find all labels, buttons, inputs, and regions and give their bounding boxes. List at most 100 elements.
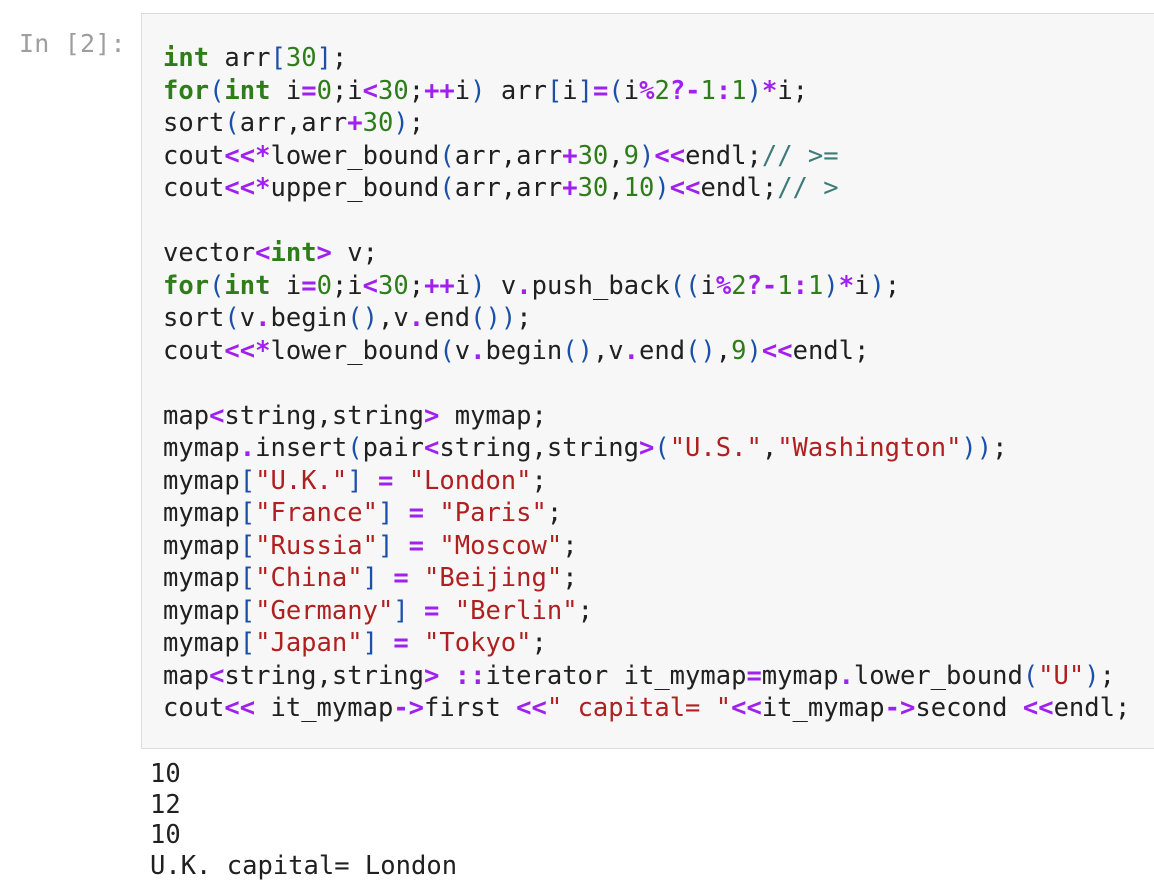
code-token: , [761,433,778,463]
code-token: i [454,270,471,301]
code-token: 30 [378,75,409,106]
code-token: 2 [654,75,670,106]
code-token: ?- [669,75,701,106]
code-token: "Berlin" [454,595,578,626]
code-token: << [224,693,256,723]
code-token: () [685,335,716,366]
code-token: 0 [316,270,332,301]
code-token: . [470,335,486,366]
code-token: ; [1099,660,1115,691]
code-token: ) [746,75,762,106]
code-token: string,string [224,400,425,431]
code-token: = [393,563,409,593]
code-cell-editor[interactable]: int arr[30]; for(int i=0;i<30;++i) arr[i]… [141,13,1154,749]
code-token: < [209,400,225,431]
code-token: sort [163,108,225,138]
code-token: % [715,270,732,301]
code-token: lower_bound [853,660,1023,691]
code-token: [ [239,628,256,658]
code-token: "Beijing" [424,563,563,593]
code-token: ] [316,43,332,73]
code-token: mymap [761,660,839,691]
code-token: v [454,335,471,366]
code-token: . [516,270,532,301]
code-token: arr,arr [239,108,348,138]
code-token: ; [408,75,425,106]
code-token: endl; [1053,693,1131,723]
code-token: ) [746,335,762,366]
code-token: ( [1022,660,1039,691]
code-token: 1 [731,75,747,106]
code-token: << [1022,693,1054,723]
code-token: 30 [362,108,394,138]
code-token: mymap [163,595,240,626]
code-token: 1 [777,270,793,301]
code-token: mymap [163,628,240,658]
code-token: for [163,75,210,106]
code-token: * [761,75,778,106]
code-token: ( [439,140,455,171]
code-line: mymap["Japan"] = "Tokyo"; [163,627,1130,660]
code-token: mymap [163,530,240,561]
code-token: ; [562,530,578,561]
code-token: push_back [531,270,670,301]
code-token: + [562,173,578,203]
code-token: % [639,75,655,106]
code-line: for(int i=0;i<30;++i) v.push_back((i%2?-… [163,270,1130,303]
code-token: // >= [761,140,839,171]
code-token: 2 [731,270,747,301]
code-token: [ [546,75,563,106]
code-token: ] [347,465,363,496]
code-line: cout<< it_mymap->first <<" capital= "<<i… [163,692,1130,725]
code-token: ) [393,108,409,138]
code-token: [ [239,465,256,496]
code-token: int [270,238,317,268]
code-token: ; [331,43,348,73]
code-token: ] [577,75,594,106]
code-token: < [255,238,271,268]
code-token: > [424,400,440,431]
code-token: 1 [808,270,824,301]
code-token: v [485,270,517,301]
code-token: lower_bound [270,140,440,171]
code-token: for [163,270,210,301]
code-token: upper_bound [270,173,440,203]
code-token: -> [884,693,916,723]
code-token: 30 [577,140,609,171]
code-token: ( [209,270,225,301]
code-token: ] [362,628,378,658]
code-block[interactable]: int arr[30]; for(int i=0;i<30;++i) arr[i]… [163,42,1130,725]
code-token: [ [239,595,256,626]
code-token: [ [270,43,286,73]
code-token: mymap [163,563,240,593]
code-token: i [700,270,716,301]
code-token: arr,arr [454,173,563,203]
code-line: cout<<*upper_bound(arr,arr+30,10)<<endl;… [163,172,1130,205]
code-token: "U.S." [669,433,762,463]
code-token: )) [961,433,993,463]
code-token: . [239,433,256,463]
code-token: = [377,465,394,496]
code-token: "Germany" [255,595,394,626]
code-line: for(int i=0;i<30;++i) arr[i]=(i%2?-1:1)*… [163,75,1130,108]
code-token: < [209,660,225,691]
code-token: cout [163,173,225,203]
code-token: 1 [700,75,716,106]
output-line: U.K. capital= London [150,850,458,881]
code-token: second [915,693,1023,723]
code-line: mymap["France"] = "Paris"; [163,497,1130,530]
code-line: vector<int> v; [163,237,1130,270]
code-token: <<* [224,140,271,171]
code-token: "Tokyo" [424,628,532,658]
code-token: v [239,303,256,333]
code-line: mymap.insert(pair<string,string>("U.S.",… [163,432,1130,465]
code-token: 9 [731,335,747,366]
code-token: "U.K." [255,465,348,496]
code-token: string,string [439,433,639,463]
code-line: sort(arr,arr+30); [163,107,1130,140]
code-token: (( [669,270,701,301]
code-token: = [408,498,425,528]
